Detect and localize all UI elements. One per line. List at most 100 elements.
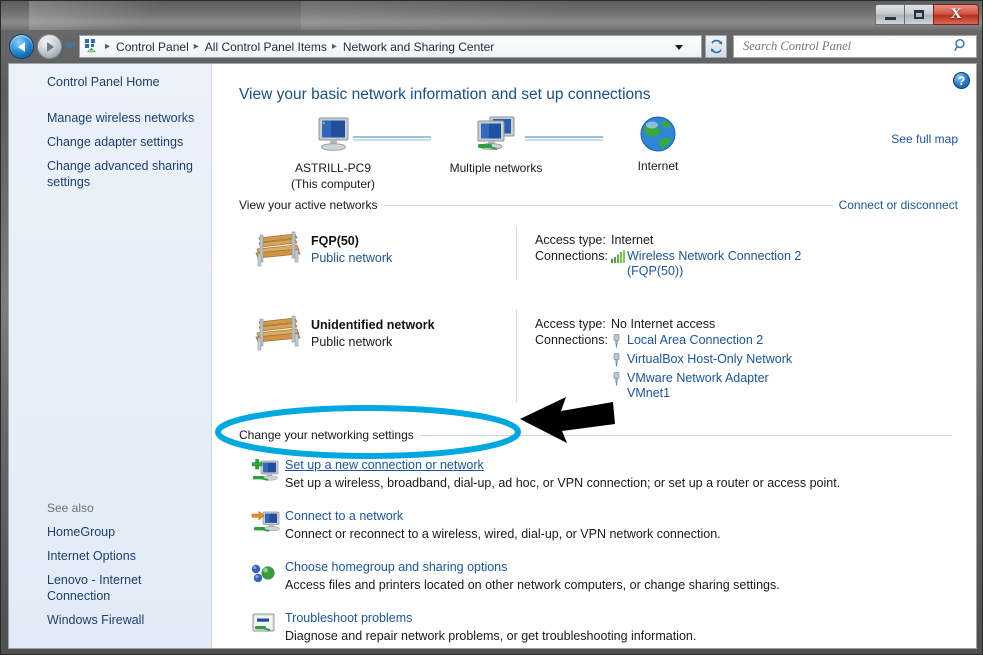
search-box[interactable]	[733, 35, 977, 58]
page-title: View your basic network information and …	[239, 86, 651, 103]
setup-new-connection-link[interactable]: Set up a new connection or network	[285, 458, 484, 472]
breadcrumb-item-control-panel[interactable]: Control Panel	[114, 40, 191, 54]
connection-item[interactable]: VMware Network Adapter VMnet1	[611, 371, 792, 401]
wireless-signal-icon	[611, 249, 627, 266]
task-body: Troubleshoot problems Diagnose and repai…	[285, 611, 958, 644]
close-button[interactable]: X	[933, 4, 979, 25]
recent-pages-dropdown-icon[interactable]	[65, 43, 75, 49]
network-details: Access type: Internet Connections: Wirel…	[535, 224, 976, 282]
forward-button[interactable]	[37, 34, 62, 59]
connection-item[interactable]: VirtualBox Host-Only Network	[611, 352, 792, 370]
access-type-label: Access type:	[535, 317, 606, 331]
search-icon	[954, 38, 968, 55]
homegroup-icon	[251, 560, 285, 593]
network-name: FQP(50)	[311, 234, 359, 248]
breadcrumb-item-all-control-panel-items[interactable]: All Control Panel Items	[203, 40, 329, 54]
ethernet-plug-icon	[611, 333, 627, 351]
help-icon[interactable]: ?	[953, 72, 970, 89]
title-bar: X	[1, 1, 982, 30]
task-item: Troubleshoot problems Diagnose and repai…	[251, 593, 958, 644]
window-frame: X ▸ Control Panel ▸ All Control Panel It…	[0, 0, 983, 655]
breadcrumb[interactable]: ▸ Control Panel ▸ All Control Panel Item…	[79, 35, 702, 58]
troubleshoot-problems-link[interactable]: Troubleshoot problems	[285, 611, 412, 625]
search-input[interactable]	[741, 38, 954, 55]
ethernet-plug-icon	[611, 352, 627, 370]
network-map-node-multiple-networks[interactable]: Multiple networks	[431, 116, 561, 175]
sidebar-item-homegroup[interactable]: HomeGroup	[9, 524, 212, 540]
connection-label[interactable]: Wireless Network Connection 2 (FQP(50))	[627, 249, 827, 279]
network-map-node-this-computer[interactable]: ASTRILL-PC9 (This computer)	[273, 116, 393, 191]
network-map-node-internet[interactable]: Internet	[603, 114, 713, 173]
connection-label[interactable]: VMware Network Adapter VMnet1	[627, 371, 777, 401]
computer-icon	[318, 117, 349, 151]
network-identity: FQP(50) Public network	[311, 224, 516, 282]
task-item: Choose homegroup and sharing options Acc…	[251, 542, 958, 593]
sidebar-item-change-adapter-settings[interactable]: Change adapter settings	[9, 134, 212, 150]
bench-network-icon	[251, 224, 311, 282]
breadcrumb-item-network-and-sharing-center[interactable]: Network and Sharing Center	[341, 40, 496, 54]
sidebar-item-lenovo-internet-connection[interactable]: Lenovo - Internet Connection	[9, 572, 212, 604]
connection-item[interactable]: Wireless Network Connection 2 (FQP(50))	[611, 249, 827, 279]
task-body: Set up a new connection or network Set u…	[285, 458, 958, 491]
header-rule	[419, 434, 952, 436]
connection-item[interactable]: Local Area Connection 2	[611, 333, 792, 351]
task-description: Access files and printers located on oth…	[285, 578, 780, 592]
row-divider	[516, 226, 517, 280]
title-bar-glass-highlight-2	[301, 1, 701, 30]
network-type-value: Public network	[311, 335, 393, 349]
connections-line: Connections: Wireless Network Connection…	[535, 249, 976, 280]
sidebar-item-change-advanced-sharing-settings[interactable]: Change advanced sharing settings	[9, 158, 212, 190]
sidebar-item-control-panel-home[interactable]: Control Panel Home	[9, 74, 212, 90]
minimize-icon	[884, 16, 896, 20]
sidebar-item-internet-options[interactable]: Internet Options	[9, 548, 212, 564]
refresh-button[interactable]	[705, 35, 727, 58]
network-identity: Unidentified network Public network	[311, 308, 516, 404]
access-type-value: Internet	[611, 233, 654, 247]
node-label-line1: Multiple networks	[449, 161, 543, 175]
breadcrumb-separator-1: ▸	[193, 41, 199, 52]
maximize-icon	[914, 10, 924, 19]
connection-label[interactable]: VirtualBox Host-Only Network	[627, 352, 792, 367]
task-item: Set up a new connection or network Set u…	[251, 444, 958, 491]
back-arrow-icon	[17, 41, 25, 52]
task-description: Set up a wireless, broadband, dial-up, a…	[285, 476, 841, 490]
help-question-mark: ?	[957, 73, 966, 88]
refresh-icon	[710, 39, 722, 54]
breadcrumb-separator-2: ▸	[331, 41, 337, 52]
node-label-line2: (This computer)	[290, 177, 376, 191]
connection-label[interactable]: Local Area Connection 2	[627, 333, 763, 348]
multiple-networks-icon	[477, 116, 515, 150]
maximize-button[interactable]	[904, 4, 933, 25]
minimize-button[interactable]	[875, 4, 904, 25]
sidebar: Control Panel Home Manage wireless netwo…	[9, 64, 212, 648]
map-connector-1	[353, 136, 431, 141]
breadcrumb-chevron-down-icon[interactable]	[675, 45, 683, 50]
breadcrumb-separator-0: ▸	[105, 41, 111, 52]
connect-to-network-link[interactable]: Connect to a network	[285, 509, 403, 523]
choose-homegroup-link[interactable]: Choose homegroup and sharing options	[285, 560, 507, 574]
active-network-row: Unidentified network Public network Acce…	[251, 308, 976, 404]
connect-or-disconnect-link[interactable]: Connect or disconnect	[839, 198, 958, 212]
header-rule	[383, 204, 833, 206]
see-full-map-link[interactable]: See full map	[891, 132, 958, 146]
control-panel-icon	[84, 38, 99, 56]
active-network-row: FQP(50) Public network Access type: Inte…	[251, 224, 976, 282]
node-label-line1: ASTRILL-PC9	[294, 161, 372, 175]
forward-arrow-icon	[46, 41, 54, 52]
client-area: Control Panel Home Manage wireless netwo…	[8, 63, 977, 649]
sidebar-primary-links: Control Panel Home Manage wireless netwo…	[9, 74, 212, 198]
sidebar-item-manage-wireless-networks[interactable]: Manage wireless networks	[9, 110, 212, 126]
active-networks-header: View your active networks Connect or dis…	[239, 196, 958, 214]
sidebar-see-also: See also HomeGroup Internet Options Leno…	[9, 501, 212, 636]
access-type-value: No Internet access	[611, 317, 716, 331]
connect-network-icon	[251, 509, 285, 542]
sidebar-item-windows-firewall[interactable]: Windows Firewall	[9, 612, 212, 628]
new-connection-icon	[251, 458, 285, 491]
connections-line: Connections: Local Area Connection 2 Vir…	[535, 333, 976, 402]
network-type-link[interactable]: Public network	[311, 251, 516, 265]
active-networks-heading: View your active networks	[239, 198, 378, 212]
close-icon: X	[950, 6, 962, 22]
access-type-label: Access type:	[535, 233, 606, 247]
back-button[interactable]	[9, 34, 34, 59]
task-description: Diagnose and repair network problems, or…	[285, 629, 697, 643]
